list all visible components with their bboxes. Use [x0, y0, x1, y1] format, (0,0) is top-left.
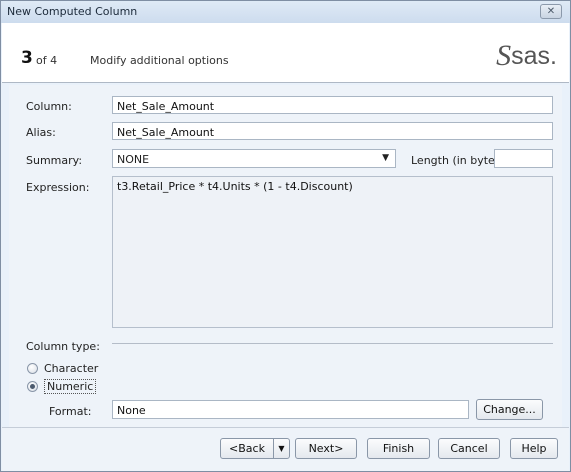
format-label: Format:: [49, 405, 92, 418]
summary-dropdown[interactable]: NONE ▼: [112, 149, 396, 168]
step-description: Modify additional options: [90, 54, 229, 67]
change-format-button[interactable]: Change...: [476, 399, 543, 420]
step-of-total: of 4: [36, 54, 58, 67]
numeric-radio[interactable]: [27, 381, 38, 392]
close-button[interactable]: ✕: [540, 4, 562, 19]
length-field[interactable]: [494, 149, 553, 168]
sas-logo: S sas.: [496, 39, 557, 72]
sas-logo-mark: S: [496, 39, 512, 72]
alias-field[interactable]: Net_Sale_Amount: [112, 122, 553, 140]
section-divider: [112, 343, 553, 344]
character-radio-option[interactable]: Character: [27, 362, 98, 375]
expression-box: t3.Retail_Price * t4.Units * (1 - t4.Dis…: [112, 176, 553, 328]
character-radio[interactable]: [27, 363, 38, 374]
character-radio-label: Character: [44, 362, 99, 375]
title-bar[interactable]: New Computed Column ✕: [1, 1, 570, 23]
numeric-radio-option[interactable]: Numeric: [27, 379, 97, 394]
dialog-window: New Computed Column ✕ 3 of 4 Modify addi…: [0, 0, 571, 472]
column-label: Column:: [26, 100, 72, 113]
format-field[interactable]: None: [112, 400, 469, 419]
wizard-header: 3 of 4 Modify additional options S sas.: [2, 23, 569, 83]
alias-label: Alias:: [26, 126, 56, 139]
expression-label: Expression:: [26, 181, 90, 194]
dropdown-arrow-icon[interactable]: ▼: [382, 153, 389, 163]
column-name-field[interactable]: Net_Sale_Amount: [112, 96, 553, 114]
column-type-label: Column type:: [26, 340, 100, 353]
back-menu-arrow-icon[interactable]: ▼: [273, 439, 289, 458]
help-button[interactable]: Help: [510, 438, 558, 459]
sas-logo-text: sas.: [511, 42, 557, 70]
summary-label: Summary:: [26, 154, 83, 167]
window-title: New Computed Column: [7, 5, 138, 18]
finish-button[interactable]: Finish: [367, 438, 430, 459]
cancel-button[interactable]: Cancel: [438, 438, 500, 459]
summary-selected-value: NONE: [117, 153, 150, 166]
back-button[interactable]: <Back ▼: [220, 438, 290, 459]
next-button[interactable]: Next>: [295, 438, 357, 459]
numeric-radio-label: Numeric: [44, 379, 97, 394]
step-number: 3: [21, 48, 33, 68]
back-button-label: <Back: [229, 442, 265, 455]
